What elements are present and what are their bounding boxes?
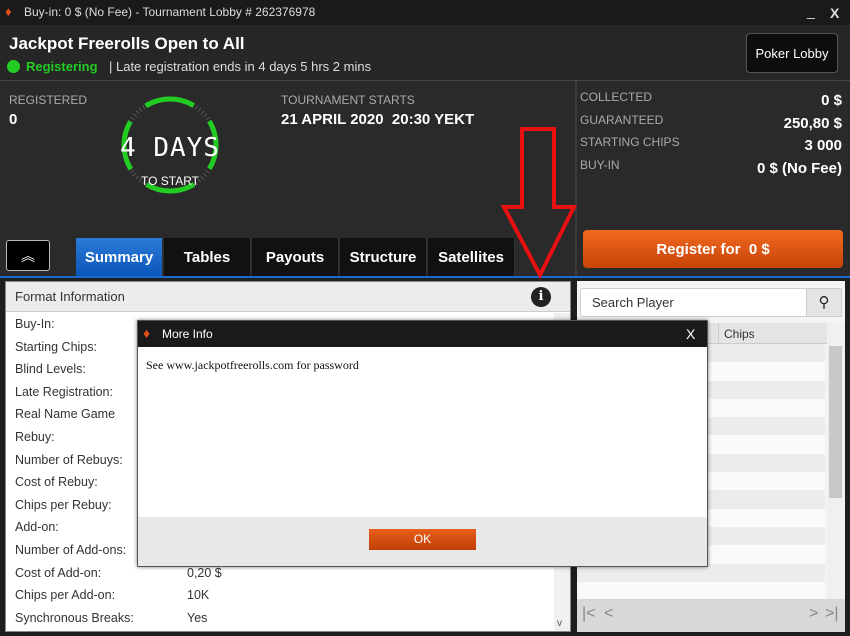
format-value: 10K bbox=[187, 588, 210, 603]
status-badge: Registering bbox=[26, 59, 98, 74]
format-label: Number of Rebuys: bbox=[15, 452, 123, 467]
ok-button[interactable]: OK bbox=[369, 529, 476, 550]
late-registration-text: | Late registration ends in 4 days 5 hrs… bbox=[109, 59, 372, 74]
format-label: Add-on: bbox=[15, 520, 59, 535]
scrollbar-thumb[interactable] bbox=[829, 346, 842, 498]
format-label: Blind Levels: bbox=[15, 362, 86, 377]
next-page-icon[interactable]: > bbox=[809, 605, 818, 623]
format-label: Chips per Rebuy: bbox=[15, 497, 112, 512]
search-icon: ⚲ bbox=[818, 294, 830, 311]
tab-structure[interactable]: Structure bbox=[340, 238, 427, 276]
registered-value: 0 bbox=[9, 111, 18, 128]
format-label: Buy-In: bbox=[15, 317, 55, 331]
starts-value: 21 APRIL 2020 20:30 YEKT bbox=[281, 111, 475, 128]
chevron-up-icon: ︽ bbox=[21, 247, 35, 264]
format-label: Rebuy: bbox=[15, 429, 55, 444]
starts-label: TOURNAMENT STARTS bbox=[281, 93, 415, 107]
format-label: Late Registration: bbox=[15, 384, 113, 399]
tab-payouts[interactable]: Payouts bbox=[252, 238, 339, 276]
prize-row: BUY-IN 0 $ (No Fee) bbox=[580, 157, 842, 180]
prize-label: BUY-IN bbox=[580, 157, 620, 172]
scroll-down-icon[interactable]: v bbox=[557, 618, 562, 629]
panel-title: Format Information bbox=[15, 289, 125, 304]
dialog-title: More Info bbox=[162, 327, 213, 341]
prize-label: GUARANTEED bbox=[580, 112, 664, 127]
format-row: Synchronous Breaks: Yes bbox=[15, 607, 555, 630]
players-scrollbar[interactable] bbox=[827, 323, 845, 599]
prize-label: COLLECTED bbox=[580, 90, 653, 104]
dialog-header: ♦ More Info X bbox=[138, 321, 707, 347]
countdown-sub: TO START bbox=[140, 174, 199, 188]
app-logo-icon: ♦ bbox=[143, 325, 151, 341]
status-dot-icon bbox=[7, 60, 20, 73]
app-logo-icon: ♦ bbox=[5, 4, 12, 19]
table-row[interactable] bbox=[577, 581, 825, 601]
tab-summary[interactable]: Summary bbox=[76, 238, 163, 276]
collapse-button[interactable]: ︽ bbox=[6, 240, 50, 271]
close-button[interactable]: X bbox=[830, 5, 839, 21]
format-value: Yes bbox=[187, 610, 208, 625]
prize-value: 3 000 bbox=[804, 137, 842, 154]
prize-value: 0 $ (No Fee) bbox=[756, 159, 842, 177]
poker-lobby-button[interactable]: Poker Lobby bbox=[746, 33, 838, 73]
more-info-dialog: ♦ More Info X See www.jackpotfreerolls.c… bbox=[137, 320, 708, 567]
info-icon[interactable]: i bbox=[531, 287, 551, 307]
tab-underline bbox=[0, 276, 850, 278]
window-title: Buy-in: 0 $ (No Fee) - Tournament Lobby … bbox=[24, 5, 316, 19]
title-bar: ♦ Buy-in: 0 $ (No Fee) - Tournament Lobb… bbox=[0, 0, 850, 25]
format-label: Chips per Add-on: bbox=[15, 588, 116, 603]
format-row: Chips per Add-on: 10K bbox=[15, 584, 555, 607]
prize-row: STARTING CHIPS 3 000 bbox=[580, 134, 842, 157]
dialog-footer: OK bbox=[138, 517, 707, 566]
column-chips[interactable]: Chips bbox=[724, 327, 755, 341]
tab-tables[interactable]: Tables bbox=[164, 238, 251, 276]
first-page-icon[interactable]: |< bbox=[582, 605, 596, 623]
prev-page-icon[interactable]: < bbox=[604, 605, 613, 623]
dialog-message: See www.jackpotfreerolls.com for passwor… bbox=[146, 358, 359, 372]
prize-info: COLLECTED 0 $ GUARANTEED 250,80 $ STARTING… bbox=[580, 89, 842, 179]
countdown-value: 4 DAYS bbox=[120, 133, 220, 163]
dialog-close-button[interactable]: X bbox=[686, 326, 695, 342]
column-divider bbox=[718, 323, 719, 344]
format-label: Real Name Game bbox=[15, 407, 116, 422]
register-button[interactable]: Register for 0 $ bbox=[583, 230, 843, 268]
panel-header: Format Information i bbox=[6, 282, 570, 312]
search-button[interactable]: ⚲ bbox=[806, 288, 842, 317]
pagination-bar: |< < > >| bbox=[577, 599, 845, 632]
prize-value: 0 $ bbox=[821, 92, 842, 109]
minimize-button[interactable]: _ bbox=[807, 3, 815, 19]
registered-label: REGISTERED bbox=[9, 93, 88, 107]
prize-label: STARTING CHIPS bbox=[580, 135, 680, 149]
search-player-input[interactable]: Search Player bbox=[580, 288, 808, 317]
last-page-icon[interactable]: >| bbox=[825, 605, 839, 623]
prize-row: COLLECTED 0 $ bbox=[580, 89, 842, 112]
format-label: Cost of Add-on: bbox=[15, 565, 102, 580]
red-arrow-annotation bbox=[500, 127, 578, 280]
tournament-name: Jackpot Freerolls Open to All bbox=[9, 34, 245, 53]
format-label: Cost of Rebuy: bbox=[15, 475, 98, 490]
format-label: Number of Add-ons: bbox=[15, 542, 127, 557]
prize-value: 250,80 $ bbox=[783, 114, 842, 132]
format-label: Synchronous Breaks: bbox=[15, 610, 134, 625]
prize-row: GUARANTEED 250,80 $ bbox=[580, 112, 842, 135]
format-label: Starting Chips: bbox=[15, 339, 97, 354]
tournament-header: Jackpot Freerolls Open to All Registerin… bbox=[0, 25, 850, 81]
